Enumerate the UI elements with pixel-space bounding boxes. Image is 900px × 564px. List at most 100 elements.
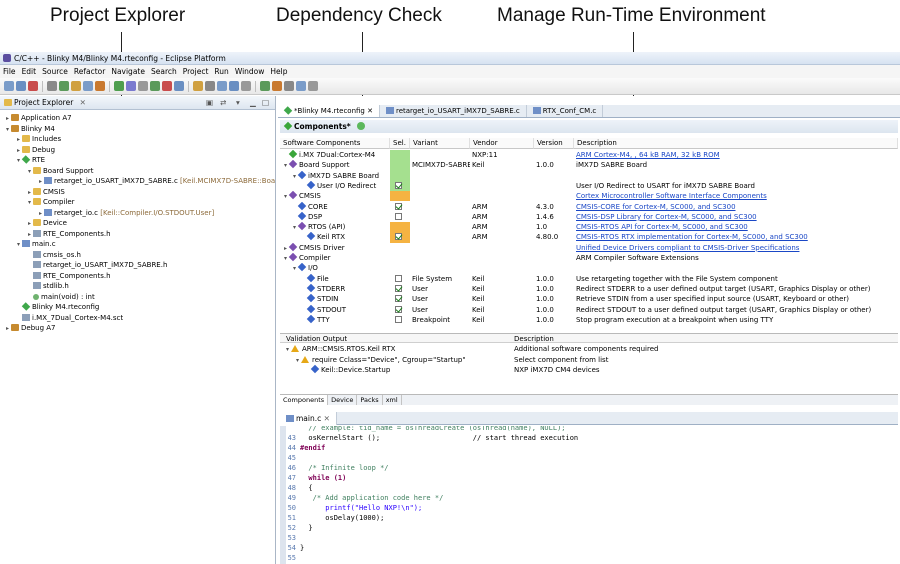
tree-item[interactable]: cmsis_os.h [0, 250, 275, 261]
component-row[interactable]: i.MX 7Dual:Cortex-M4 NXP:11 ARM Cortex-M4,… [280, 150, 898, 161]
collapse-arrow-icon[interactable]: ▾ [15, 156, 22, 166]
tree-item[interactable]: main(void) : int [0, 292, 275, 303]
selection-cell[interactable] [390, 202, 410, 212]
tree-item[interactable]: retarget_io_USART_iMX7D_SABRE.h [0, 260, 275, 271]
component-row[interactable]: ▾ iMX7D SABRE Board [280, 170, 898, 181]
toolbar-button-icon[interactable] [126, 81, 136, 91]
selection-cell[interactable] [390, 305, 410, 315]
tree-item[interactable]: ▸ Application A7 [0, 113, 275, 124]
toolbar-button-icon[interactable] [174, 81, 184, 91]
menu-item-edit[interactable]: Edit [19, 65, 40, 78]
toolbar-button-icon[interactable] [205, 81, 215, 91]
toolbar-button-icon[interactable] [308, 81, 318, 91]
selection-checkbox[interactable] [395, 305, 402, 313]
toolbar-button-icon[interactable] [138, 81, 148, 91]
tree-item[interactable]: i.MX_7Dual_Cortex-M4.sct [0, 313, 275, 324]
grid-col-description[interactable]: Description [574, 138, 898, 149]
expand-arrow-icon[interactable]: ▸ [4, 114, 11, 124]
tree-item[interactable]: ▾ Board Support [0, 166, 275, 177]
toolbar-button-icon[interactable] [162, 81, 172, 91]
expand-arrow-icon[interactable]: ▾ [291, 223, 298, 232]
selection-cell[interactable] [390, 232, 410, 243]
component-desc[interactable]: ARM Cortex-M4, , 64 kB RAM, 32 kB ROM [576, 151, 720, 159]
collapse-arrow-icon[interactable]: ▾ [4, 125, 11, 135]
component-desc-cell[interactable]: Cortex Microcontroller Software Interfac… [574, 191, 898, 201]
menu-item-run[interactable]: Run [211, 65, 231, 78]
tree-item[interactable]: ▸ retarget_io_USART_iMX7D_SABRE.c [Keil.M… [0, 176, 275, 187]
collapse-arrow-icon[interactable]: ▾ [26, 167, 33, 177]
expand-arrow-icon[interactable]: ▾ [291, 264, 298, 273]
tree-item[interactable]: ▸ CMSIS [0, 187, 275, 198]
toolbar-button-icon[interactable] [229, 81, 239, 91]
expand-arrow-icon[interactable]: ▸ [37, 177, 44, 187]
expand-arrow-icon[interactable]: ▸ [4, 324, 11, 334]
toolbar-button-icon[interactable] [150, 81, 160, 91]
component-row[interactable]: ▸ CMSIS Driver Unified Device Drivers comp… [280, 242, 898, 253]
selection-cell[interactable] [390, 274, 410, 284]
component-row[interactable]: Keil RTX ARM 4.80.0 CMSIS-RTOS RTX implemen… [280, 232, 898, 243]
tree-item[interactable]: ▾ Compiler [0, 197, 275, 208]
toolbar-button-icon[interactable] [114, 81, 124, 91]
project-explorer-tab[interactable]: Project Explorer ✕ ▣ ⇄ ▾ ▁ □ [0, 96, 275, 110]
tree-item[interactable]: stdlib.h [0, 281, 275, 292]
menu-item-refactor[interactable]: Refactor [71, 65, 108, 78]
component-desc-cell[interactable]: CMSIS-CORE for Cortex-M, SC000, and SC30… [574, 202, 898, 212]
component-row[interactable]: TTY Breakpoint Keil 1.0.0 Stop program execu… [280, 314, 898, 325]
component-row[interactable]: DSP ARM 1.4.6 CMSIS-DSP Library for Cortex-… [280, 211, 898, 222]
grid-col-version[interactable]: Version [534, 138, 574, 149]
component-desc[interactable]: CMSIS-RTOS API for Cortex-M, SC000, and … [576, 223, 748, 231]
expand-arrow-icon[interactable]: ▸ [37, 209, 44, 219]
component-row[interactable]: ▾ Compiler ARM Compiler Software Extension… [280, 253, 898, 263]
editor-tab[interactable]: retarget_io_USART_iMX7D_SABRE.c [380, 105, 527, 117]
selection-checkbox[interactable] [395, 274, 402, 282]
grid-col-sel[interactable]: Sel. [390, 138, 410, 149]
link-editor-icon[interactable]: ⇄ [220, 96, 226, 110]
tree-item[interactable]: ▸ Debug [0, 145, 275, 156]
toolbar-button-icon[interactable] [83, 81, 93, 91]
tree-item[interactable]: Blinky M4.rteconfig [0, 302, 275, 313]
toolbar-button-icon[interactable] [284, 81, 294, 91]
menu-item-navigate[interactable]: Navigate [108, 65, 148, 78]
expand-arrow-icon[interactable]: ▸ [26, 188, 33, 198]
menu-item-help[interactable]: Help [267, 65, 290, 78]
collapse-arrow-icon[interactable]: ▾ [15, 240, 22, 250]
minimize-icon[interactable]: ▁ [250, 96, 256, 110]
rte-tab-components[interactable]: Components [280, 395, 329, 405]
close-icon[interactable]: ✕ [80, 98, 86, 107]
expand-arrow-icon[interactable]: ▾ [282, 254, 289, 263]
toolbar-button-icon[interactable] [59, 81, 69, 91]
expand-arrow-icon[interactable]: ▸ [26, 219, 33, 229]
menu-item-project[interactable]: Project [180, 65, 212, 78]
expand-arrow-icon[interactable]: ▸ [282, 244, 289, 253]
collapse-arrow-icon[interactable]: ▾ [26, 198, 33, 208]
tree-item[interactable]: ▸ Debug A7 [0, 323, 275, 334]
menu-item-file[interactable]: File [0, 65, 19, 78]
component-desc[interactable]: Unified Device Drivers compliant to CMSI… [576, 244, 799, 252]
toolbar-button-icon[interactable] [47, 81, 57, 91]
component-desc[interactable]: Cortex Microcontroller Software Interfac… [576, 192, 767, 200]
selection-cell[interactable] [390, 180, 410, 192]
toolbar-button-icon[interactable] [260, 81, 270, 91]
component-row[interactable]: CORE ARM 4.3.0 CMSIS-CORE for Cortex-M, SC0… [280, 201, 898, 212]
grid-col-vendor[interactable]: Vendor [470, 138, 534, 149]
toolbar-button-icon[interactable] [95, 81, 105, 91]
menu-item-source[interactable]: Source [39, 65, 71, 78]
tree-item[interactable]: ▾ main.c [0, 239, 275, 250]
editor-tab[interactable]: RTX_Conf_CM.c [527, 105, 604, 117]
component-desc[interactable]: CMSIS-RTOS RTX implementation for Cortex… [576, 233, 808, 241]
selection-cell[interactable] [390, 284, 410, 294]
expand-arrow-icon[interactable]: ▸ [15, 146, 22, 156]
component-desc-cell[interactable]: Unified Device Drivers compliant to CMSI… [574, 243, 898, 253]
rte-tab-device[interactable]: Device [328, 395, 358, 405]
component-desc-cell[interactable]: CMSIS-RTOS RTX implementation for Cortex… [574, 232, 898, 242]
tab-main-c[interactable]: main.c ✕ [280, 412, 337, 425]
component-row[interactable]: STDERR User Keil 1.0.0 Redirect STDERR to a … [280, 283, 898, 294]
component-desc-cell[interactable]: ARM Cortex-M4, , 64 kB RAM, 32 kB ROM [574, 150, 898, 160]
selection-checkbox[interactable] [395, 202, 402, 210]
tree-item[interactable]: ▸ RTE_Components.h [0, 229, 275, 240]
grid-col-software-components[interactable]: Software Components [280, 138, 390, 149]
component-row[interactable]: ▾ Board Support MCIMX7D-SABRE Keil 1.0.0 iMX7… [280, 160, 898, 171]
menu-item-search[interactable]: Search [148, 65, 180, 78]
view-menu-icon[interactable]: ▾ [236, 96, 240, 110]
grid-col-variant[interactable]: Variant [410, 138, 470, 149]
